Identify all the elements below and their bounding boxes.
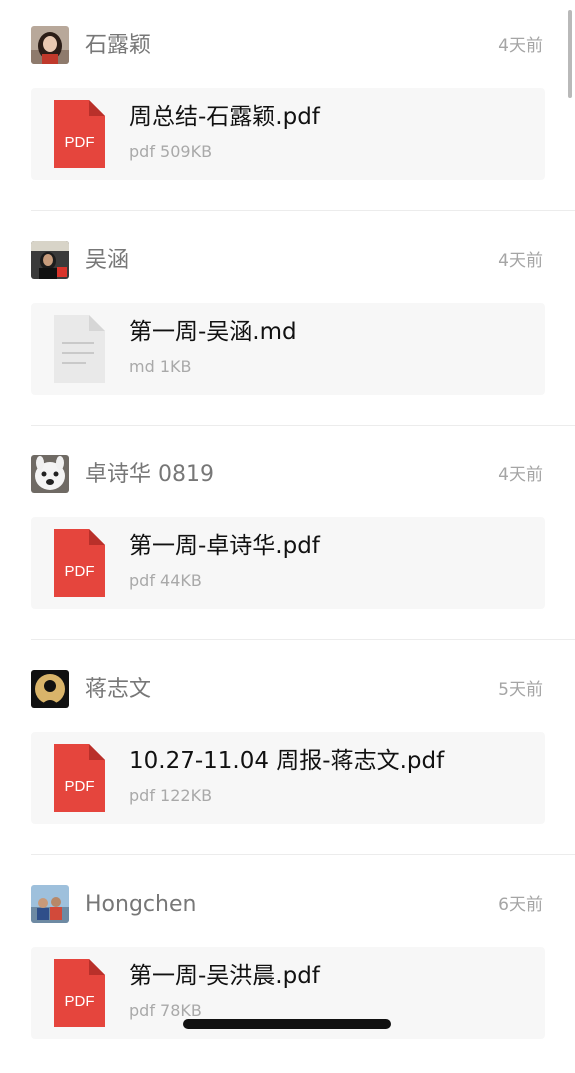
file-name: 10.27-11.04 周报-蒋志文.pdf xyxy=(129,748,445,774)
timestamp: 4天前 xyxy=(498,36,543,56)
avatar[interactable] xyxy=(31,26,69,64)
timestamp: 6天前 xyxy=(498,895,543,915)
file-card[interactable]: PDF 周总结-石露颖.pdf pdf 509KB xyxy=(31,88,545,180)
post-item: 石露颖 4天前 PDF 周总结-石露颖.pdf pdf 509KB xyxy=(0,0,575,214)
username[interactable]: 蒋志文 xyxy=(85,677,151,703)
file-card[interactable]: PDF 10.27-11.04 周报-蒋志文.pdf pdf 122KB xyxy=(31,732,545,824)
home-indicator[interactable] xyxy=(183,1019,391,1029)
username[interactable]: 石露颖 xyxy=(85,33,151,59)
divider xyxy=(31,854,575,855)
timestamp: 5天前 xyxy=(498,680,543,700)
pdf-icon-label: PDF xyxy=(65,134,95,151)
avatar[interactable] xyxy=(31,885,69,923)
file-card[interactable]: PDF 第一周-卓诗华.pdf pdf 44KB xyxy=(31,517,545,609)
file-name: 第一周-吴洪晨.pdf xyxy=(129,963,320,989)
scrollbar[interactable] xyxy=(568,10,572,98)
pdf-file-icon: PDF xyxy=(54,529,105,597)
file-meta: pdf 44KB xyxy=(129,571,202,590)
file-meta: pdf 122KB xyxy=(129,786,213,805)
avatar[interactable] xyxy=(31,241,69,279)
file-meta: pdf 78KB xyxy=(129,1001,202,1020)
pdf-file-icon: PDF xyxy=(54,100,105,168)
pdf-icon-label: PDF xyxy=(65,563,95,580)
timestamp: 4天前 xyxy=(498,465,543,485)
divider xyxy=(31,425,575,426)
file-card[interactable]: 第一周-吴涵.md md 1KB xyxy=(31,303,545,395)
document-file-icon xyxy=(54,315,105,383)
post-item: 蒋志文 5天前 PDF 10.27-11.04 周报-蒋志文.pdf pdf 1… xyxy=(0,644,575,858)
username[interactable]: Hongchen xyxy=(85,892,196,918)
pdf-icon-label: PDF xyxy=(65,778,95,795)
username[interactable]: 吴涵 xyxy=(85,248,129,274)
post-item: Hongchen 6天前 PDF 第一周-吴洪晨.pdf pdf 78KB xyxy=(0,859,575,1073)
pdf-icon-label: PDF xyxy=(65,993,95,1010)
avatar[interactable] xyxy=(31,670,69,708)
file-meta: pdf 509KB xyxy=(129,142,213,161)
avatar[interactable] xyxy=(31,455,69,493)
username[interactable]: 卓诗华 0819 xyxy=(85,462,214,488)
post-item: 吴涵 4天前 第一周-吴涵.md md 1KB xyxy=(0,215,575,429)
file-meta: md 1KB xyxy=(129,357,192,376)
file-name: 第一周-卓诗华.pdf xyxy=(129,533,320,559)
pdf-file-icon: PDF xyxy=(54,959,105,1027)
divider xyxy=(31,210,575,211)
file-name: 周总结-石露颖.pdf xyxy=(129,104,320,130)
file-name: 第一周-吴涵.md xyxy=(129,319,297,345)
pdf-file-icon: PDF xyxy=(54,744,105,812)
divider xyxy=(31,639,575,640)
timestamp: 4天前 xyxy=(498,251,543,271)
post-item: 卓诗华 0819 4天前 PDF 第一周-卓诗华.pdf pdf 44KB xyxy=(0,429,575,643)
